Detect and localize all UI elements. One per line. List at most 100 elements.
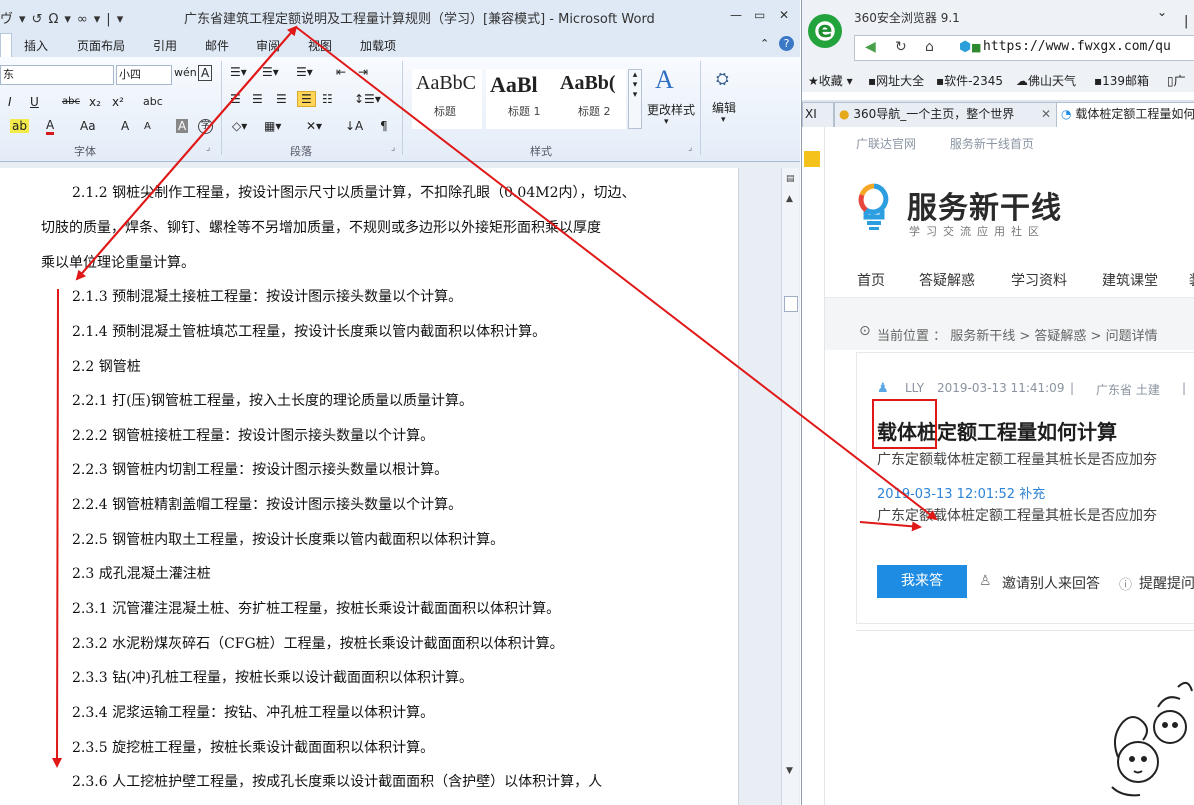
vertical-scrollbar[interactable]: ▤ ▲ ▼ [781,168,799,805]
qat-item[interactable]: ヴ [0,12,13,27]
tab-mailings[interactable]: 邮件 [205,37,229,54]
symbol-icon[interactable]: Ω [48,12,58,27]
invite-button[interactable]: 邀请别人来回答 [1002,573,1100,593]
nav-materials[interactable]: 学习资料 [1011,270,1067,290]
align-center-icon[interactable]: ☰ [252,92,263,106]
change-styles-icon[interactable]: A [655,65,674,95]
address-bar[interactable]: ◀ ↻ ⌂ ⬢ ■ https://www.fwxgx.com/qu [854,35,1194,61]
style-heading-1[interactable]: AaBl 标题 1 [486,69,556,129]
styles-scroll[interactable]: ▴ ▾ ▾ [628,69,642,129]
close-icon[interactable]: ✕ [779,8,789,22]
italic-button[interactable]: I [8,95,12,109]
remind-button[interactable]: 提醒提问 [1139,573,1194,593]
home-icon[interactable]: ⌂ [925,39,934,55]
minimize-icon[interactable]: — [730,8,742,22]
maximize-icon[interactable]: ▭ [754,8,765,22]
answer-button[interactable]: 我来答 [877,565,967,598]
sort-icon[interactable]: ↓A [345,119,363,133]
bookmark-item[interactable]: ▪网址大全 [868,72,924,89]
decrease-indent-icon[interactable]: ⇤ [336,65,346,79]
browser-tab-active[interactable]: ◔ 载体桩定额工程量如何 [1056,102,1194,128]
scroll-thumb[interactable] [784,296,798,312]
change-styles-button[interactable]: 更改样式 [647,101,695,118]
nav-classroom[interactable]: 建筑课堂 [1102,270,1158,290]
qat-item[interactable]: ▾ [19,12,26,27]
tab-review[interactable]: 审阅 [256,37,280,54]
increase-indent-icon[interactable]: ⇥ [358,65,368,79]
font-color-button[interactable]: A [46,118,55,135]
superscript-button[interactable]: x² [112,95,124,109]
scroll-up-icon[interactable]: ▲ [786,194,793,204]
enclose-char-icon[interactable]: 字 [198,119,213,134]
show-marks-icon[interactable]: ¶ [380,119,388,133]
font-dialog-launcher-icon[interactable]: ⌟ [206,143,210,153]
bookmark-item[interactable]: ☁佛山天气 [1016,72,1076,89]
align-left-icon[interactable]: ☰ [230,92,241,106]
font-size-dropdown[interactable]: 小四 [116,65,172,85]
url-input[interactable]: https://www.fwxgx.com/qu [983,39,1171,54]
shading-icon[interactable]: ◇▾ [232,119,247,133]
bookmark-favorites[interactable]: ★收藏 ▾ [808,72,853,89]
numbering-icon[interactable]: ☰▾ [262,65,279,79]
tab-view[interactable]: 视图 [308,37,332,54]
help-icon[interactable]: ? [779,36,794,51]
shrink-font-button[interactable]: A [144,121,151,132]
tab-insert[interactable]: 插入 [24,37,48,54]
pinyin-icon[interactable]: wén [174,66,197,79]
char-shading-button[interactable]: A [176,119,189,133]
browser-tab[interactable]: ● 360导航_一个主页，整个世界 ✕ [834,102,1058,127]
tab-home[interactable] [0,33,12,58]
chinese-layout-icon[interactable]: ✕▾ [306,119,322,133]
customize-qat-icon[interactable]: ▾ [117,12,124,27]
undo-icon[interactable]: ↺ [32,12,43,27]
browser-tab[interactable]: XI [802,102,834,127]
refresh-icon[interactable]: ↻ [895,39,907,55]
ruler-toggle-icon[interactable]: ▤ [786,174,795,184]
equation-icon[interactable]: ∞ [77,12,88,27]
highlight-icon[interactable]: ab [10,119,29,133]
bookmark-item[interactable]: ▯广 [1167,72,1186,89]
tab-page-layout[interactable]: 页面布局 [77,37,125,54]
borders-icon[interactable]: ▦▾ [264,119,281,133]
strikethrough-button[interactable]: abc [62,96,80,107]
quick-access-toolbar[interactable]: ヴ ▾ ↺ Ω ▾ ∞ ▾ | ▾ [0,8,129,27]
scroll-down-icon[interactable]: ▼ [786,766,793,776]
nav-more[interactable]: 装 [1189,270,1194,290]
close-tab-icon[interactable]: ✕ [1041,103,1051,125]
site-name[interactable]: 服务新干线 [907,183,1062,227]
grow-font-button[interactable]: A [121,119,129,133]
qat-item[interactable]: ▾ [94,12,101,27]
chevron-down-icon[interactable]: ▾ [664,117,669,127]
subscript-button[interactable]: x₂ [89,95,101,109]
editing-button[interactable]: 编辑 [712,99,736,116]
qat-item[interactable]: ▾ [64,12,71,27]
change-case-button[interactable]: Aa [80,119,96,133]
tab-addins[interactable]: 加载项 [360,37,396,54]
style-heading-2[interactable]: AaBb( 标题 2 [556,69,626,129]
top-link[interactable]: 服务新干线首页 [950,137,1034,151]
underline-button[interactable]: U [30,95,39,109]
star-icon[interactable] [804,151,820,167]
binoculars-icon[interactable]: ⛭ [716,69,729,89]
nav-home[interactable]: 首页 [857,270,885,290]
nav-qa[interactable]: 答疑解惑 [919,270,975,290]
styles-dialog-launcher-icon[interactable]: ⌟ [688,143,692,153]
question-user[interactable]: LLY [905,381,924,395]
line-spacing-icon[interactable]: ↕☰▾ [354,92,381,106]
font-name-dropdown[interactable]: 东 [0,65,114,85]
top-link[interactable]: 广联达官网 [856,137,916,151]
char-border-icon[interactable]: A [198,65,213,81]
bookmark-item[interactable]: ▪139邮箱 [1094,72,1149,89]
distribute-icon[interactable]: ☷ [322,92,333,106]
paragraph-dialog-launcher-icon[interactable]: ⌟ [391,143,395,153]
breadcrumb-text[interactable]: 当前位置 ： 服务新干线 > 答疑解惑 > 问题详情 [877,325,1158,344]
tab-references[interactable]: 引用 [153,37,177,54]
window-control-icon[interactable]: | [1184,14,1188,29]
bookmark-item[interactable]: ▪软件-2345 [936,72,1003,89]
chevron-down-icon[interactable]: ⌄ [1157,5,1167,19]
justify-icon[interactable]: ☰ [297,91,316,107]
bullets-icon[interactable]: ☰▾ [230,65,247,79]
multilevel-list-icon[interactable]: ☰▾ [296,65,313,79]
style-title[interactable]: AaBbC 标题 [412,69,482,129]
chevron-down-icon[interactable]: ▾ [721,115,726,125]
